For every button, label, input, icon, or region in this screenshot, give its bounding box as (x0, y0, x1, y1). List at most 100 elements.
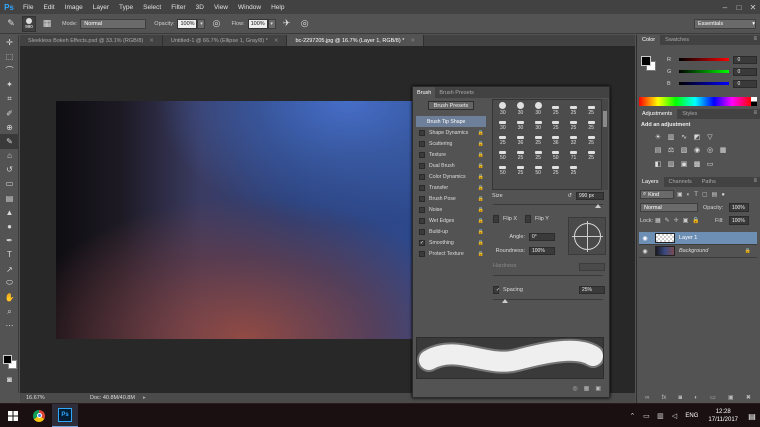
tab-brush-presets[interactable]: Brush Presets (435, 87, 478, 98)
lock-pixels-icon[interactable]: ✎ (665, 217, 670, 224)
color-dynamics-option[interactable]: Color Dynamics 🔒 (416, 171, 486, 182)
brush-tip-cell[interactable]: 25 (565, 101, 583, 116)
checkbox[interactable] (419, 250, 425, 257)
foreground-swatch[interactable] (641, 56, 651, 66)
brush-tool-icon[interactable]: ✎ (0, 134, 19, 149)
green-input[interactable]: 0 (733, 67, 757, 76)
windows-start-icon[interactable] (0, 404, 26, 427)
eraser-tool-icon[interactable]: ▭ (0, 177, 19, 191)
exposure-icon[interactable]: ◩ (692, 132, 702, 142)
airbrush-icon[interactable]: ✈ (280, 17, 294, 31)
checkbox[interactable] (419, 151, 425, 158)
brush-tip-cell[interactable]: 30 (529, 116, 547, 131)
brush-tip-cell[interactable]: 30 (512, 116, 530, 131)
foreground-color-swatch[interactable] (3, 355, 12, 364)
menu-edit[interactable]: Edit (38, 4, 59, 11)
healing-brush-tool-icon[interactable]: ⊕ (0, 120, 19, 134)
visibility-eye-icon[interactable]: ◉ (639, 235, 651, 242)
smart-object-filter-icon[interactable]: ▤ (712, 191, 718, 198)
spacing-slider-knob[interactable] (502, 299, 508, 303)
photoshop-taskbar-icon[interactable]: Ps (52, 403, 78, 427)
shape-dynamics-option[interactable]: Shape Dynamics 🔒 (416, 127, 486, 138)
zoom-level[interactable]: 16.67% (20, 395, 70, 401)
menu-window[interactable]: Window (233, 4, 266, 11)
lock-icon[interactable]: 🔒 (478, 218, 484, 224)
checkbox[interactable] (419, 140, 425, 147)
close-icon[interactable]: ✕ (149, 38, 154, 44)
mask-icon[interactable]: ◙ (678, 395, 682, 401)
new-brush-icon[interactable]: ▣ (595, 385, 601, 392)
layer-row-background[interactable]: ◉ Background 🔒 (639, 245, 757, 258)
link-icon[interactable]: ∞ (645, 395, 649, 401)
zoom-tool-icon[interactable]: ⌕ (0, 305, 19, 319)
language-indicator[interactable]: ENG (685, 413, 698, 419)
brush-tip-cell[interactable]: 25 (494, 131, 512, 146)
dodge-tool-icon[interactable]: ● (0, 219, 19, 233)
panel-menu-icon[interactable]: ≡ (753, 110, 757, 116)
brush-tip-cell[interactable]: 25 (582, 101, 600, 116)
lock-icon[interactable]: 🔒 (478, 251, 484, 257)
brush-tip-cell[interactable]: 25 (582, 116, 600, 131)
trash-icon[interactable]: ✖ (746, 394, 751, 401)
size-input[interactable]: 990 px (576, 192, 604, 200)
blur-tool-icon[interactable]: ▲ (0, 205, 19, 219)
flow-dropdown[interactable]: ▾ (267, 18, 276, 29)
brush-tip-cell[interactable]: 25 (582, 131, 600, 146)
tab-brush[interactable]: Brush (413, 87, 436, 98)
vibrance-icon[interactable]: ▽ (705, 132, 715, 142)
checkbox[interactable] (419, 184, 425, 191)
lock-icon[interactable]: 🔒 (478, 163, 484, 169)
brightness-icon[interactable]: ☀ (653, 132, 663, 142)
color-lookup-icon[interactable]: ▦ (718, 145, 728, 155)
eyedropper-tool-icon[interactable]: ✐ (0, 106, 19, 120)
tab-paths[interactable]: Paths (697, 177, 721, 187)
brush-preset-picker[interactable]: 990 (22, 15, 36, 32)
menu-select[interactable]: Select (138, 4, 166, 11)
shape-filter-icon[interactable]: ▢ (702, 191, 708, 198)
green-slider[interactable] (678, 70, 730, 73)
brush-tip-cell[interactable]: 30 (529, 101, 547, 116)
size-slider[interactable] (493, 204, 603, 205)
flip-x-checkbox[interactable] (493, 215, 499, 223)
brush-tip-shape-option[interactable]: Brush Tip Shape (416, 116, 486, 127)
checkbox[interactable] (419, 195, 425, 202)
status-menu-icon[interactable]: ▸ (143, 395, 146, 401)
curves-icon[interactable]: ∿ (679, 132, 689, 142)
brush-tip-cell[interactable]: 36 (547, 131, 565, 146)
clone-stamp-tool-icon[interactable]: ⌂ (0, 149, 19, 163)
adjustment-layer-icon[interactable]: ◐ (694, 395, 698, 401)
pressure-size-icon[interactable]: ◎ (298, 17, 312, 31)
notifications-icon[interactable]: ▤ (744, 412, 760, 421)
lock-icon[interactable]: 🔒 (478, 207, 484, 213)
brush-tip-cell[interactable]: 25 (529, 131, 547, 146)
brush-tip-cell[interactable]: 25 (547, 116, 565, 131)
levels-icon[interactable]: ▥ (666, 132, 676, 142)
brush-tip-grid[interactable]: 30 30 30 25 25 25 30 30 30 25 25 25 25 36 25 36 32 25 50 25… (492, 99, 602, 190)
reset-size-icon[interactable]: ↺ (567, 193, 572, 199)
shape-tool-icon[interactable]: ⬭ (0, 276, 19, 290)
toggle-brush-panel-icon[interactable]: ▦ (40, 17, 54, 31)
menu-type[interactable]: Type (114, 4, 138, 11)
toggle-preview-icon[interactable]: ◎ (572, 385, 577, 392)
menu-filter[interactable]: Filter (166, 4, 190, 11)
brush-tip-cell[interactable]: 30 (512, 101, 530, 116)
more-tools-icon[interactable]: ⋯ (0, 319, 19, 333)
crop-tool-icon[interactable]: ⌗ (0, 92, 19, 106)
flow-input[interactable]: 100% (247, 18, 268, 29)
doc-tab-2[interactable]: Untitled-1 @ 66.7% (Ellipse 1, Gray/8) *… (162, 35, 288, 46)
tab-layers[interactable]: Layers (637, 177, 664, 187)
brush-tip-cell[interactable]: 50 (529, 161, 547, 176)
fx-icon[interactable]: fx (662, 395, 667, 401)
brush-tip-cell[interactable]: 25 (529, 146, 547, 161)
maximize-button[interactable]: □ (732, 0, 746, 14)
layer-row-layer-1[interactable]: ◉ Layer 1 (639, 232, 757, 245)
blend-mode-select[interactable]: Normal (640, 203, 698, 212)
lock-icon[interactable]: 🔒 (478, 185, 484, 191)
brush-pose-option[interactable]: Brush Pose 🔒 (416, 193, 486, 204)
pressure-opacity-icon[interactable]: ◎ (209, 17, 223, 31)
opacity-dropdown[interactable]: ▾ (197, 18, 206, 29)
threshold-icon[interactable]: ▣ (679, 159, 689, 169)
lock-icon[interactable]: 🔒 (478, 174, 484, 180)
tab-color[interactable]: Color (637, 35, 661, 45)
blue-slider[interactable] (678, 82, 730, 85)
